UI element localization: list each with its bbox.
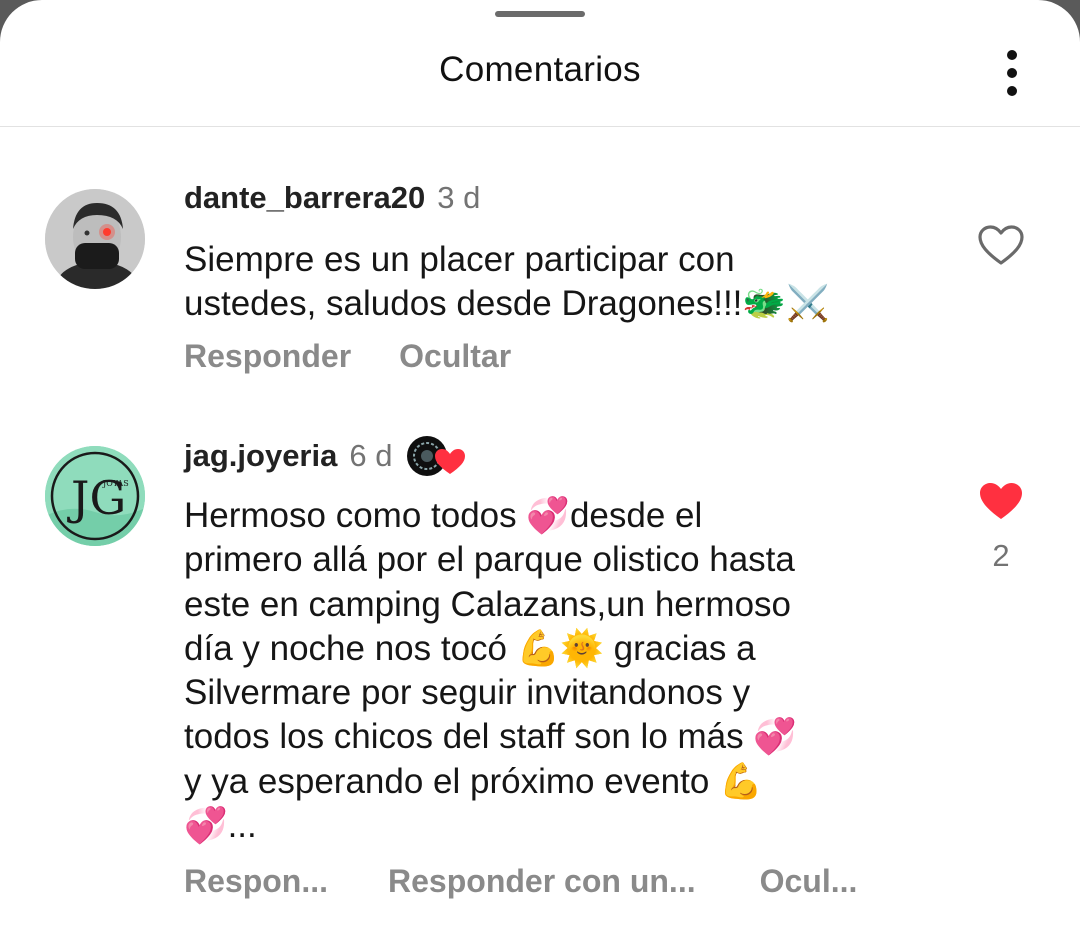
- header-divider: [0, 126, 1080, 127]
- creator-liked-badge: [406, 434, 466, 478]
- more-vertical-icon-dot: [1007, 86, 1017, 96]
- more-options-button[interactable]: [988, 44, 1036, 102]
- like-button[interactable]: [972, 476, 1030, 526]
- heart-outline-icon: [978, 225, 1024, 265]
- comment-header: jag.joyeria 6 d: [184, 434, 466, 478]
- reply-button[interactable]: Responder: [184, 338, 351, 375]
- comment-actions: Responder Ocultar: [184, 338, 559, 375]
- drag-handle[interactable]: [495, 11, 585, 17]
- comment-username[interactable]: jag.joyeria: [184, 438, 337, 474]
- comment-header: dante_barrera20 3 d: [184, 180, 480, 216]
- avatar-photo: [45, 189, 145, 289]
- more-vertical-icon: [1007, 50, 1017, 60]
- hide-button[interactable]: Ocultar: [399, 338, 511, 375]
- more-vertical-icon-dot: [1007, 68, 1017, 78]
- comment-time: 6 d: [349, 438, 393, 473]
- avatar-logo: JG JOYAS: [45, 446, 145, 546]
- avatar-subtext: JOYAS: [102, 479, 129, 488]
- comment-text: Hermoso como todos 💞desde el primero all…: [184, 496, 797, 846]
- comment-actions: Respon... Responder con un... Ocul...: [184, 863, 905, 900]
- hide-button[interactable]: Ocul...: [760, 863, 858, 900]
- avatar[interactable]: JG JOYAS: [45, 446, 145, 546]
- sheet-title: Comentarios: [439, 50, 641, 89]
- like-button[interactable]: [972, 220, 1030, 270]
- comments-sheet: Comentarios dante_barrera20 3 d Siempre …: [0, 0, 1080, 938]
- comment-time: 3 d: [437, 180, 481, 215]
- comment-text: Siempre es un placer participar con uste…: [184, 240, 830, 324]
- heart-filled-icon: [980, 483, 1022, 519]
- avatar[interactable]: [45, 189, 145, 289]
- reply-button[interactable]: Respon...: [184, 863, 328, 900]
- reply-with-sticker-button[interactable]: Responder con un...: [388, 863, 696, 900]
- creator-heart-icon: [407, 436, 466, 476]
- like-count: 2: [992, 538, 1010, 573]
- comment-username[interactable]: dante_barrera20: [184, 180, 425, 216]
